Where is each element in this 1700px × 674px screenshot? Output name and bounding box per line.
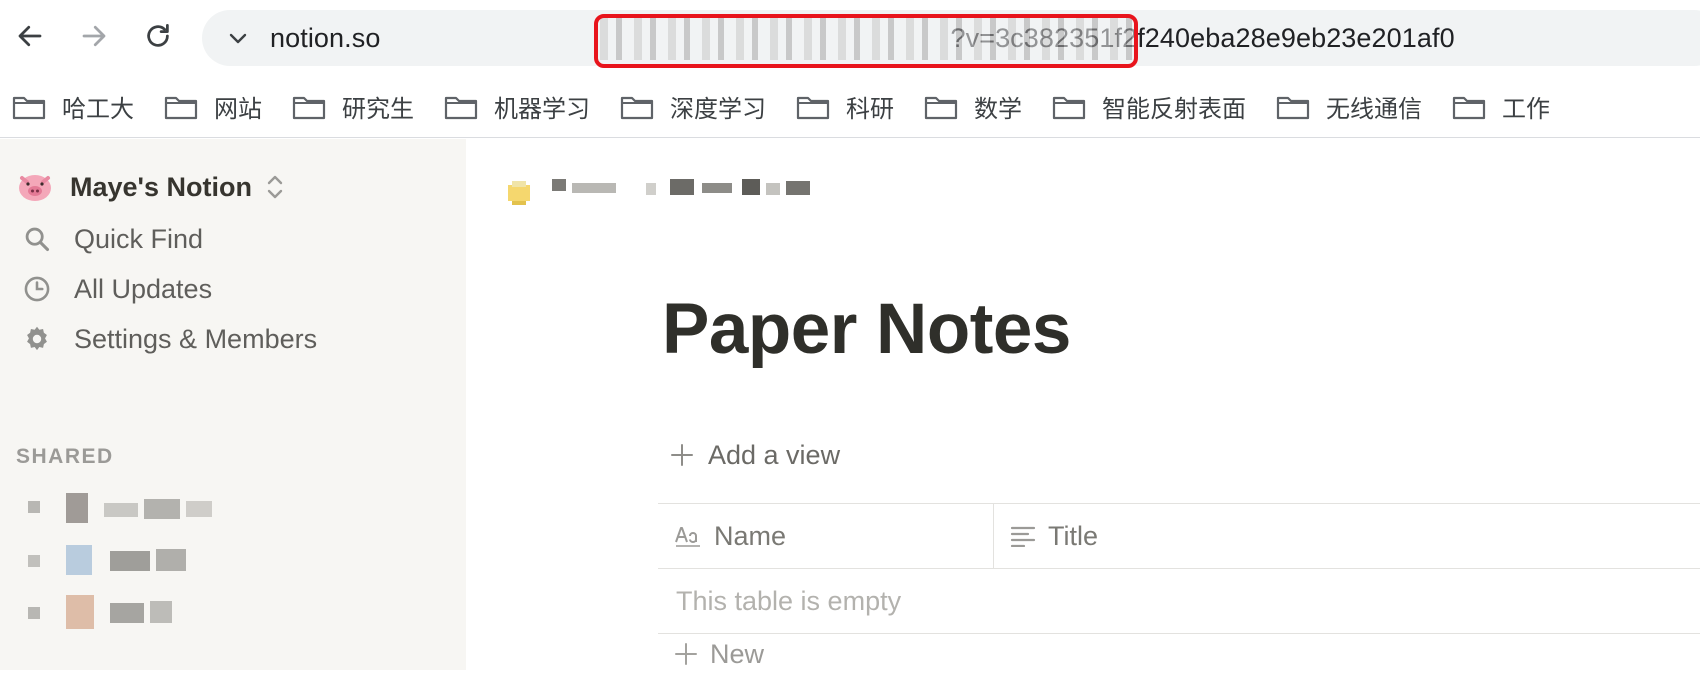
database-table: Name Title This table is empty New: [658, 503, 1700, 674]
text-lines-icon: [1010, 525, 1036, 547]
url-start: notion.so: [270, 23, 381, 53]
workspace-switcher[interactable]: Maye's Notion: [18, 167, 284, 207]
column-label: Name: [714, 520, 787, 551]
bookmark-label: 哈工大: [62, 96, 134, 123]
page-content: Paper Notes Add a view Name Title This t…: [466, 139, 1700, 670]
bookmark-folder[interactable]: 研究生: [292, 87, 414, 127]
bookmark-folder[interactable]: 科研: [796, 87, 894, 127]
bookmark-folder[interactable]: 深度学习: [620, 87, 766, 127]
bookmark-label: 网站: [214, 96, 262, 123]
new-row-label: New: [710, 638, 765, 669]
arrow-left-icon: [18, 25, 42, 47]
page-emoji-icon: [508, 181, 530, 205]
url-highlight-box: [594, 14, 1138, 68]
bookmark-label: 机器学习: [494, 96, 590, 123]
sidebar-item-quick-find[interactable]: Quick Find: [20, 219, 203, 259]
bookmark-folder[interactable]: 无线通信: [1276, 87, 1422, 127]
browser-toolbar: notion.so ?v=3c382351f2f240eba28e9eb23e20…: [0, 0, 1700, 76]
page-title[interactable]: Paper Notes: [662, 289, 1071, 370]
folder-icon: [796, 96, 830, 119]
sidebar-item-label: All Updates: [74, 273, 213, 304]
sidebar-item-all-updates[interactable]: All Updates: [20, 269, 212, 309]
back-button[interactable]: [8, 14, 52, 58]
bookmark-label: 智能反射表面: [1102, 96, 1246, 123]
reload-icon: [147, 24, 169, 47]
folder-icon: [924, 96, 958, 119]
folder-icon: [292, 96, 326, 119]
bookmark-label: 深度学习: [670, 96, 766, 123]
column-header-name[interactable]: Name: [658, 504, 994, 568]
bookmark-label: 工作: [1502, 96, 1550, 123]
sidebar-item-label: Quick Find: [74, 223, 204, 254]
column-header-title[interactable]: Title: [994, 504, 1700, 568]
plus-icon: [671, 444, 693, 466]
chevron-updown-icon: [267, 175, 283, 199]
sidebar-item-label: Settings & Members: [74, 323, 318, 354]
sidebar: Maye's Notion Quick Find All Updates Set…: [0, 139, 466, 670]
chevron-down-icon[interactable]: [226, 26, 250, 50]
bookmark-label: 科研: [846, 96, 894, 123]
breadcrumb-redacted[interactable]: [552, 173, 822, 203]
address-bar[interactable]: notion.so ?v=3c382351f2f240eba28e9eb23e20…: [202, 10, 1700, 68]
bookmark-folder[interactable]: 工作: [1452, 87, 1550, 127]
sidebar-item-settings[interactable]: Settings & Members: [20, 319, 317, 359]
shared-section-label: SHARED: [16, 445, 114, 468]
bookmark-folder[interactable]: 数学: [924, 87, 1022, 127]
folder-icon: [12, 96, 46, 119]
column-label: Title: [1048, 520, 1099, 551]
folder-icon: [444, 96, 478, 119]
add-view-label: Add a view: [708, 439, 841, 470]
workspace-name: Maye's Notion: [70, 171, 252, 202]
shared-page-item[interactable]: [22, 595, 242, 635]
add-view-button[interactable]: Add a view: [670, 435, 840, 475]
folder-icon: [164, 96, 198, 119]
pig-emoji-icon: [19, 175, 51, 201]
table-empty-message: This table is empty: [658, 569, 1700, 634]
bookmark-folder[interactable]: 哈工大: [12, 87, 134, 127]
arrow-right-icon: [82, 25, 106, 47]
bookmark-folder[interactable]: 智能反射表面: [1052, 87, 1246, 127]
new-row-button[interactable]: New: [658, 634, 1700, 674]
plus-icon: [675, 643, 697, 665]
search-icon: [20, 222, 54, 256]
reload-button[interactable]: [136, 14, 180, 58]
text-type-icon: [674, 524, 702, 548]
folder-icon: [1276, 96, 1310, 119]
folder-icon: [1452, 96, 1486, 119]
gear-icon: [20, 322, 54, 356]
bookmark-label: 研究生: [342, 96, 414, 123]
shared-page-item[interactable]: [22, 491, 242, 531]
bookmark-label: 数学: [974, 96, 1022, 123]
bookmarks-bar: 哈工大 网站 研究生 机器学习 深度学习 科研 数学 智能反射表面 无线通信 工…: [0, 76, 1700, 138]
folder-icon: [620, 96, 654, 119]
bookmark-folder[interactable]: 机器学习: [444, 87, 590, 127]
shared-page-item[interactable]: [22, 543, 242, 583]
forward-button[interactable]: [72, 14, 116, 58]
bookmark-folder[interactable]: 网站: [164, 87, 262, 127]
bookmark-label: 无线通信: [1326, 96, 1422, 123]
folder-icon: [1052, 96, 1086, 119]
clock-icon: [20, 272, 54, 306]
table-header: Name Title: [658, 503, 1700, 569]
